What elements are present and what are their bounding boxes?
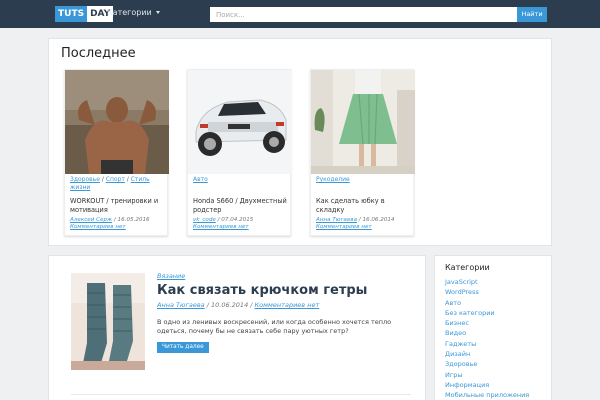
article-category-link[interactable]: Вязание [157,272,185,280]
post-date: 16.06.2014 [362,217,395,223]
read-more-button[interactable]: Читать далее [157,342,209,353]
latest-title: Последнее [61,46,136,61]
post-card[interactable]: Рукоделие Как сделать юбку в складку Анн… [310,69,415,236]
sidebar-item-video[interactable]: Видео [445,328,529,338]
categories-dropdown[interactable]: Категории [107,8,160,17]
category-list: JavaScript WordPress Авто Без категории … [445,277,529,400]
post-date: 07.04.2015 [221,217,254,223]
comments-link[interactable]: Комментариев нет [316,224,372,230]
sidebar-item-auto[interactable]: Авто [445,298,529,308]
author-link[interactable]: Анна Тюгаева [316,217,357,223]
post-title[interactable]: Honda S660 / Двухместный родстер [193,197,288,214]
article-date: 10.06.2014 [210,301,249,309]
comments-link[interactable]: Комментариев нет [193,224,249,230]
post-categories: Авто [193,176,288,184]
categories-sidebar: Категории JavaScript WordPress Авто Без … [434,255,552,400]
post-meta: Алексей Серж / 16.05.2016 Комментариев н… [70,217,150,230]
sidebar-item-mobile-apps[interactable]: Мобильные приложения [445,390,529,400]
article-thumbnail[interactable] [71,273,145,370]
top-navbar: TUTS DAY Категории Найти [0,0,600,28]
category-link[interactable]: Здоровье [70,176,100,183]
sidebar-item-business[interactable]: Бизнес [445,318,529,328]
sidebar-title: Категории [445,263,490,272]
post-categories: Рукоделие [316,176,411,184]
article-meta: Анна Тюгаева / 10.06.2014 / Комментариев… [157,301,320,309]
post-date: 16.05.2016 [117,217,150,223]
sidebar-item-wordpress[interactable]: WordPress [445,287,529,297]
post-card[interactable]: Авто Honda S660 / Двухместный родстер vk… [187,69,292,236]
category-link[interactable]: Авто [193,176,208,183]
chevron-down-icon [155,11,160,14]
sidebar-item-design[interactable]: Дизайн [445,349,529,359]
post-card[interactable]: Здоровье / Спорт / Стиль жизни WORKOUT /… [64,69,169,236]
comments-link[interactable]: Комментариев нет [255,301,320,309]
author-link[interactable]: Алексей Серж [70,217,112,223]
site-logo[interactable]: TUTS DAY [55,6,114,22]
divider [71,394,411,395]
post-thumbnail[interactable] [188,70,292,174]
latest-posts-panel: Последнее Здоровье / Спорт / Стиль жизни… [48,38,552,246]
sidebar-item-information[interactable]: Информация [445,380,529,390]
sidebar-item-health[interactable]: Здоровье [445,359,529,369]
article-list: Вязание Как связать крючком гетры Анна Т… [48,255,426,400]
author-link[interactable]: vk_code [193,217,216,223]
category-link[interactable]: Спорт [106,176,125,183]
sidebar-item-javascript[interactable]: JavaScript [445,277,529,287]
comments-link[interactable]: Комментариев нет [70,224,126,230]
sidebar-item-games[interactable]: Игры [445,370,529,380]
author-link[interactable]: Анна Тюгаева [157,301,205,309]
article-title[interactable]: Как связать крючком гетры [157,283,367,298]
post-thumbnail[interactable] [311,70,415,174]
post-thumbnail[interactable] [65,70,169,174]
sidebar-item-uncategorized[interactable]: Без категории [445,308,529,318]
post-meta: vk_code / 07.04.2015 Комментариев нет [193,217,254,230]
post-meta: Анна Тюгаева / 16.06.2014 Комментариев н… [316,217,395,230]
category-link[interactable]: Рукоделие [316,176,350,183]
article-excerpt: В одно из ленивых воскресений, или когда… [157,318,392,335]
post-title[interactable]: Как сделать юбку в складку [316,197,411,214]
categories-dropdown-label: Категории [107,8,152,17]
sidebar-item-gadgets[interactable]: Гаджеты [445,339,529,349]
search-button[interactable]: Найти [517,7,547,22]
post-categories: Здоровье / Спорт / Стиль жизни [70,176,150,191]
search-input[interactable] [210,7,518,22]
post-title[interactable]: WORKOUT / тренировки и мотивация [70,197,165,214]
